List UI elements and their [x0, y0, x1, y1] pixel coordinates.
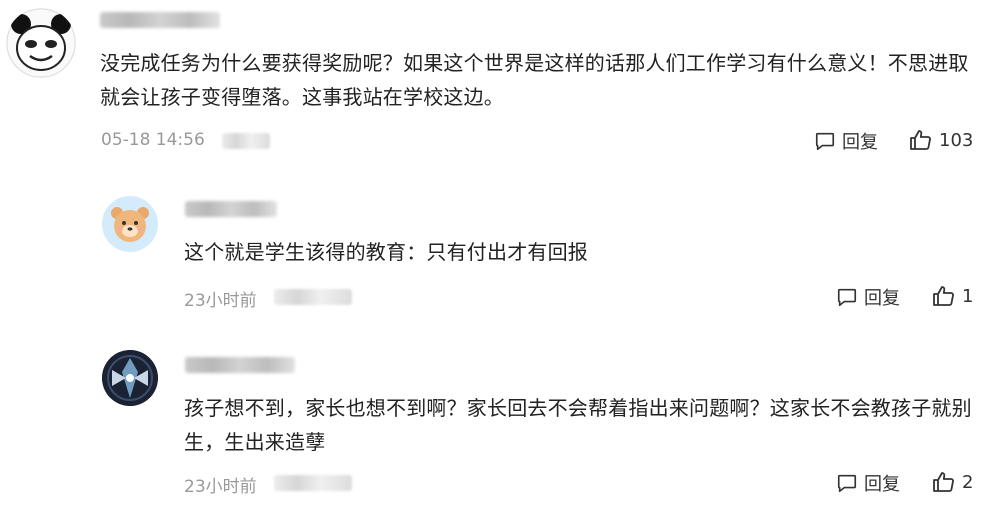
comment-text: 这个就是学生该得的教育：只有付出才有回报: [184, 240, 588, 264]
comment-bubble-icon: [837, 288, 857, 307]
reply-label: 回复: [864, 474, 900, 495]
like-count: 103: [939, 129, 974, 151]
location-redacted: [274, 289, 352, 305]
comment-timestamp: 05-18 14:56: [101, 130, 205, 150]
thumbs-up-icon: [933, 286, 954, 306]
like-count: 2: [962, 471, 974, 493]
reply-item: 这个就是学生该得的教育：只有付出才有回报 23小时前 回复 1: [0, 180, 1000, 330]
like-button[interactable]: 103: [909, 128, 973, 152]
reply-label: 回复: [842, 132, 878, 153]
thumbs-up-icon: [910, 130, 931, 150]
username-redacted: [185, 357, 295, 373]
location-redacted: [222, 133, 270, 149]
comment-text: 孩子想不到，家长也想不到啊？家长回去不会帮着指出来问题啊？这家长不会教孩子就别生…: [184, 396, 972, 454]
like-count: 1: [962, 285, 974, 307]
comment-timestamp: 23小时前: [184, 291, 257, 311]
avatar[interactable]: [102, 196, 158, 252]
reply-label: 回复: [864, 288, 900, 309]
like-button[interactable]: 2: [932, 470, 973, 494]
comment-item: 没完成任务为什么要获得奖励呢？如果这个世界是这样的话那人们工作学习有什么意义！不…: [0, 0, 1000, 170]
reply-button[interactable]: 回复: [836, 470, 900, 496]
comment-timestamp: 23小时前: [184, 477, 257, 497]
username-redacted: [100, 12, 220, 28]
comment-bubble-icon: [815, 132, 835, 151]
dark-emblem-avatar-icon: [102, 350, 158, 406]
bear-avatar-icon: [102, 196, 158, 252]
username-redacted: [185, 201, 277, 217]
avatar[interactable]: [6, 8, 76, 78]
comment-bubble-icon: [837, 474, 857, 493]
reply-item: 孩子想不到，家长也想不到啊？家长回去不会帮着指出来问题啊？这家长不会教孩子就别生…: [0, 340, 1000, 521]
reply-button[interactable]: 回复: [836, 284, 900, 310]
avatar[interactable]: [102, 350, 158, 406]
location-redacted: [274, 475, 352, 491]
like-button[interactable]: 1: [932, 284, 973, 308]
comment-text: 没完成任务为什么要获得奖励呢？如果这个世界是这样的话那人们工作学习有什么意义！不…: [100, 51, 969, 109]
reply-button[interactable]: 回复: [814, 128, 878, 154]
thumbs-up-icon: [933, 472, 954, 492]
panda-meme-avatar-icon: [6, 8, 76, 78]
